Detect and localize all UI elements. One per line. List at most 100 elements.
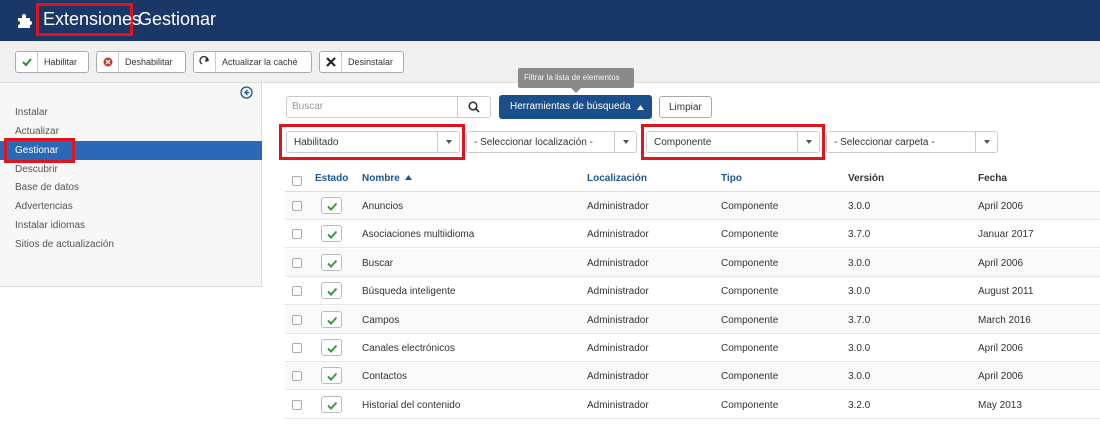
- extension-name[interactable]: Anuncios: [362, 201, 403, 212]
- refresh-cache-button[interactable]: Actualizar la caché: [193, 51, 312, 73]
- tooltip-arrow: [571, 88, 581, 93]
- enabled-toggle[interactable]: [321, 253, 342, 271]
- sidebar-item-update[interactable]: Actualizar: [15, 126, 59, 137]
- disable-button[interactable]: Deshabilitar: [96, 51, 186, 73]
- extension-location: Administrador: [587, 201, 649, 212]
- check-icon: [327, 202, 338, 211]
- extension-name[interactable]: Canales electrónicos: [362, 343, 455, 354]
- extension-name[interactable]: Asociaciones multiidioma: [362, 229, 474, 240]
- row-checkbox[interactable]: [292, 229, 302, 240]
- extension-type: Componente: [721, 314, 779, 326]
- enabled-toggle[interactable]: [321, 395, 342, 413]
- close-icon: [320, 52, 342, 72]
- sidebar-item-database[interactable]: Base de datos: [15, 182, 79, 193]
- row-checkbox[interactable]: [292, 201, 302, 211]
- enabled-toggle[interactable]: [321, 225, 342, 243]
- extension-type: Componente: [721, 286, 779, 298]
- extension-type: Componente: [721, 399, 779, 411]
- enabled-toggle[interactable]: [321, 339, 342, 356]
- clear-button[interactable]: Limpiar: [659, 96, 712, 118]
- extension-name[interactable]: Buscar: [362, 258, 393, 269]
- puzzle-icon: [18, 14, 32, 28]
- extension-type: Componente: [721, 229, 779, 241]
- page-subtitle: Gestionar: [138, 9, 217, 29]
- uninstall-button[interactable]: Desinstalar: [319, 51, 404, 73]
- chevron-down-icon: [623, 140, 629, 144]
- search-button[interactable]: [457, 96, 491, 118]
- extension-version: 3.0.0: [848, 257, 871, 269]
- extension-name[interactable]: Campos: [362, 315, 399, 326]
- extension-name[interactable]: Historial del contenido: [362, 400, 460, 411]
- enabled-toggle[interactable]: [321, 197, 342, 214]
- table-row: Contactos Administrador Componente 3.0.0 Apr…: [285, 362, 1100, 391]
- extension-type: Componente: [721, 257, 779, 269]
- check-icon: [327, 259, 338, 268]
- table-row: Anuncios Administrador Componente 3.0.0 Apri…: [285, 192, 1100, 220]
- extension-version: 3.0.0: [848, 201, 871, 212]
- extension-location: Administrador: [587, 257, 649, 269]
- folder-filter-select[interactable]: - Seleccionar carpeta -: [826, 131, 998, 153]
- check-icon: [327, 231, 338, 240]
- highlight-box-type: [641, 124, 825, 160]
- row-checkbox[interactable]: [292, 314, 302, 325]
- extension-location: Administrador: [587, 343, 649, 354]
- extension-date: Januar 2017: [978, 229, 1034, 241]
- enabled-toggle[interactable]: [321, 282, 342, 300]
- extension-date: August 2011: [978, 286, 1034, 298]
- table-row: Búsqueda inteligente Administrador Compone…: [285, 277, 1100, 306]
- tooltip: Filtrar la lista de elementos: [518, 68, 634, 93]
- column-header-type[interactable]: Tipo: [721, 173, 742, 184]
- extension-date: April 2006: [978, 371, 1024, 383]
- extension-date: April 2006: [978, 343, 1024, 354]
- check-icon: [327, 373, 338, 382]
- extension-version: 3.7.0: [848, 314, 871, 326]
- extension-type: Componente: [721, 371, 779, 383]
- chevron-down-icon: [984, 140, 990, 144]
- check-icon: [327, 344, 338, 353]
- search-tools-button[interactable]: Herramientas de búsqueda: [499, 95, 652, 119]
- extension-version: 3.0.0: [848, 286, 871, 298]
- row-checkbox[interactable]: [292, 371, 302, 382]
- sidebar-item-update-sites[interactable]: Sitios de actualización: [15, 239, 114, 250]
- extension-type: Componente: [721, 343, 779, 354]
- collapse-sidebar-icon[interactable]: [240, 86, 253, 99]
- enabled-toggle[interactable]: [321, 367, 342, 385]
- search-placeholder: Buscar: [292, 101, 324, 112]
- extension-type: Componente: [721, 201, 779, 212]
- sidebar-item-install-languages[interactable]: Instalar idiomas: [15, 220, 85, 231]
- select-all-checkbox[interactable]: [292, 176, 302, 186]
- column-header-name[interactable]: Nombre: [362, 173, 412, 184]
- check-icon: [16, 52, 38, 72]
- sidebar-item-install[interactable]: Instalar: [15, 107, 48, 118]
- sort-asc-icon: [404, 175, 412, 180]
- column-header-version: Versión: [848, 173, 885, 184]
- enable-button[interactable]: Habilitar: [15, 51, 89, 73]
- row-checkbox[interactable]: [292, 343, 302, 353]
- highlight-box-manage: [4, 138, 75, 163]
- extension-location: Administrador: [587, 314, 649, 326]
- sidebar-item-warnings[interactable]: Advertencias: [15, 201, 73, 212]
- sidebar-item-discover[interactable]: Descubrir: [15, 164, 58, 175]
- column-header-date: Fecha: [978, 173, 1007, 184]
- location-filter-select[interactable]: - Seleccionar localización -: [466, 131, 637, 153]
- extension-version: 3.7.0: [848, 229, 871, 241]
- refresh-icon: [194, 52, 216, 72]
- extension-date: May 2013: [978, 399, 1022, 411]
- table-row: Buscar Administrador Componente 3.0.0 April …: [285, 248, 1100, 277]
- page-title: Extensiones: [43, 9, 142, 29]
- row-checkbox[interactable]: [292, 257, 302, 268]
- column-header-state[interactable]: Estado: [315, 173, 348, 184]
- extension-location: Administrador: [587, 286, 649, 298]
- table-row: Asociaciones multiidioma Administrador Com…: [285, 220, 1100, 249]
- enabled-toggle[interactable]: [321, 310, 342, 328]
- highlight-box-status: [279, 124, 465, 160]
- table-row: Canales electrónicos Administrador Compone…: [285, 334, 1100, 362]
- extension-name[interactable]: Búsqueda inteligente: [362, 286, 455, 297]
- extension-location: Administrador: [587, 371, 649, 383]
- row-checkbox[interactable]: [292, 286, 302, 297]
- row-checkbox[interactable]: [292, 399, 302, 410]
- extension-location: Administrador: [587, 399, 649, 411]
- column-header-location[interactable]: Localización: [587, 173, 647, 184]
- extension-name[interactable]: Contactos: [362, 371, 407, 382]
- extension-version: 3.2.0: [848, 399, 871, 411]
